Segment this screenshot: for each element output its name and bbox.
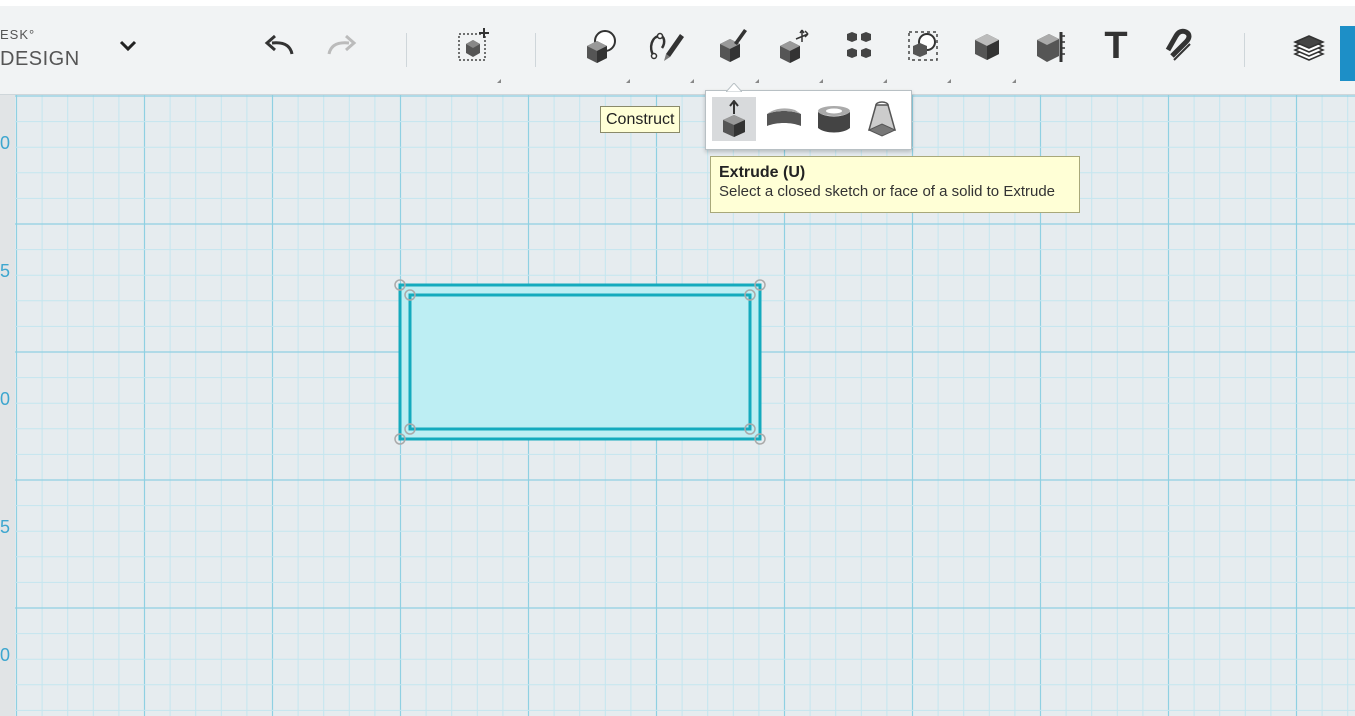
- undo-icon: [264, 34, 294, 55]
- extrude-tooltip-title: Extrude (U): [719, 164, 806, 181]
- undo-button[interactable]: [255, 22, 303, 70]
- pattern-button[interactable]: [835, 22, 883, 70]
- primitives-icon: [587, 30, 616, 63]
- redo-icon: [327, 34, 357, 55]
- brand-line-1: ESK°: [0, 27, 36, 42]
- sketch-caret: [690, 79, 694, 83]
- construct-caret: [755, 79, 759, 83]
- sketch-outer-rect[interactable]: [398, 283, 762, 441]
- grid: [15, 95, 1355, 716]
- construct-tooltip: Construct: [600, 106, 681, 133]
- construct-button[interactable]: [706, 22, 754, 70]
- revolve-button[interactable]: [812, 97, 856, 141]
- measure-button[interactable]: [1027, 22, 1075, 70]
- snap-icon: [1165, 28, 1192, 61]
- pattern-caret: [883, 79, 887, 83]
- chevron-down-icon: [119, 40, 137, 52]
- text-button[interactable]: T: [1092, 22, 1140, 70]
- ruler-label: 0: [0, 133, 11, 153]
- group-button[interactable]: [899, 22, 947, 70]
- toolbar-divider: [406, 33, 407, 67]
- modify-caret: [819, 79, 823, 83]
- loft-button[interactable]: [860, 97, 904, 141]
- ruler-label: 0: [0, 645, 11, 665]
- primitives-caret: [626, 79, 630, 83]
- extrude-tooltip-description: Select a closed sketch or face of a soli…: [719, 183, 1056, 200]
- settings-accent-tab[interactable]: [1340, 26, 1355, 81]
- transform-caret: [497, 79, 501, 83]
- app-menu-chevron[interactable]: [104, 22, 152, 70]
- construct-flyout: [705, 83, 912, 150]
- ruler-label: 5: [0, 261, 11, 281]
- sweep-icon: [767, 108, 801, 126]
- modify-icon: [780, 29, 809, 63]
- text-icon: T: [1104, 25, 1128, 67]
- construct-icon: [720, 29, 747, 62]
- combine-caret: [1012, 79, 1016, 83]
- extrude-icon: [723, 100, 745, 137]
- loft-icon: [867, 101, 897, 137]
- measure-icon: [1037, 32, 1065, 62]
- pattern-icon: [847, 32, 871, 58]
- toolbar-divider: [1244, 33, 1245, 67]
- modify-button[interactable]: [770, 22, 818, 70]
- extrude-tooltip: Extrude (U) Select a closed sketch or fa…: [710, 156, 1080, 213]
- ruler-label: 0: [0, 389, 11, 409]
- sketch-icon: [649, 32, 684, 61]
- sweep-button[interactable]: [762, 97, 806, 141]
- toolbar-divider: [535, 33, 536, 67]
- ruler-label: 5: [0, 517, 11, 537]
- flyout-pointer: [726, 83, 742, 92]
- sketch-rectangle[interactable]: [394, 279, 766, 445]
- transform-icon: [458, 28, 489, 61]
- extrude-button[interactable]: [712, 97, 756, 141]
- brand-line-2: DESIGN: [0, 48, 80, 70]
- snap-button[interactable]: [1156, 22, 1204, 70]
- vertical-ruler: 0 5 0 5 0: [0, 95, 15, 716]
- transform-button[interactable]: [449, 22, 497, 70]
- redo-button[interactable]: [318, 22, 366, 70]
- design-viewport[interactable]: [15, 95, 1355, 716]
- sketch-button[interactable]: [642, 22, 690, 70]
- group-icon: [908, 31, 938, 61]
- main-toolbar: ESK° DESIGN T: [0, 6, 1355, 95]
- primitives-button[interactable]: [577, 22, 625, 70]
- combine-button[interactable]: [963, 22, 1011, 70]
- layers-button[interactable]: [1285, 22, 1333, 70]
- group-caret: [947, 79, 951, 83]
- revolve-icon: [818, 106, 850, 133]
- layers-icon: [1293, 35, 1325, 61]
- combine-icon: [975, 34, 999, 60]
